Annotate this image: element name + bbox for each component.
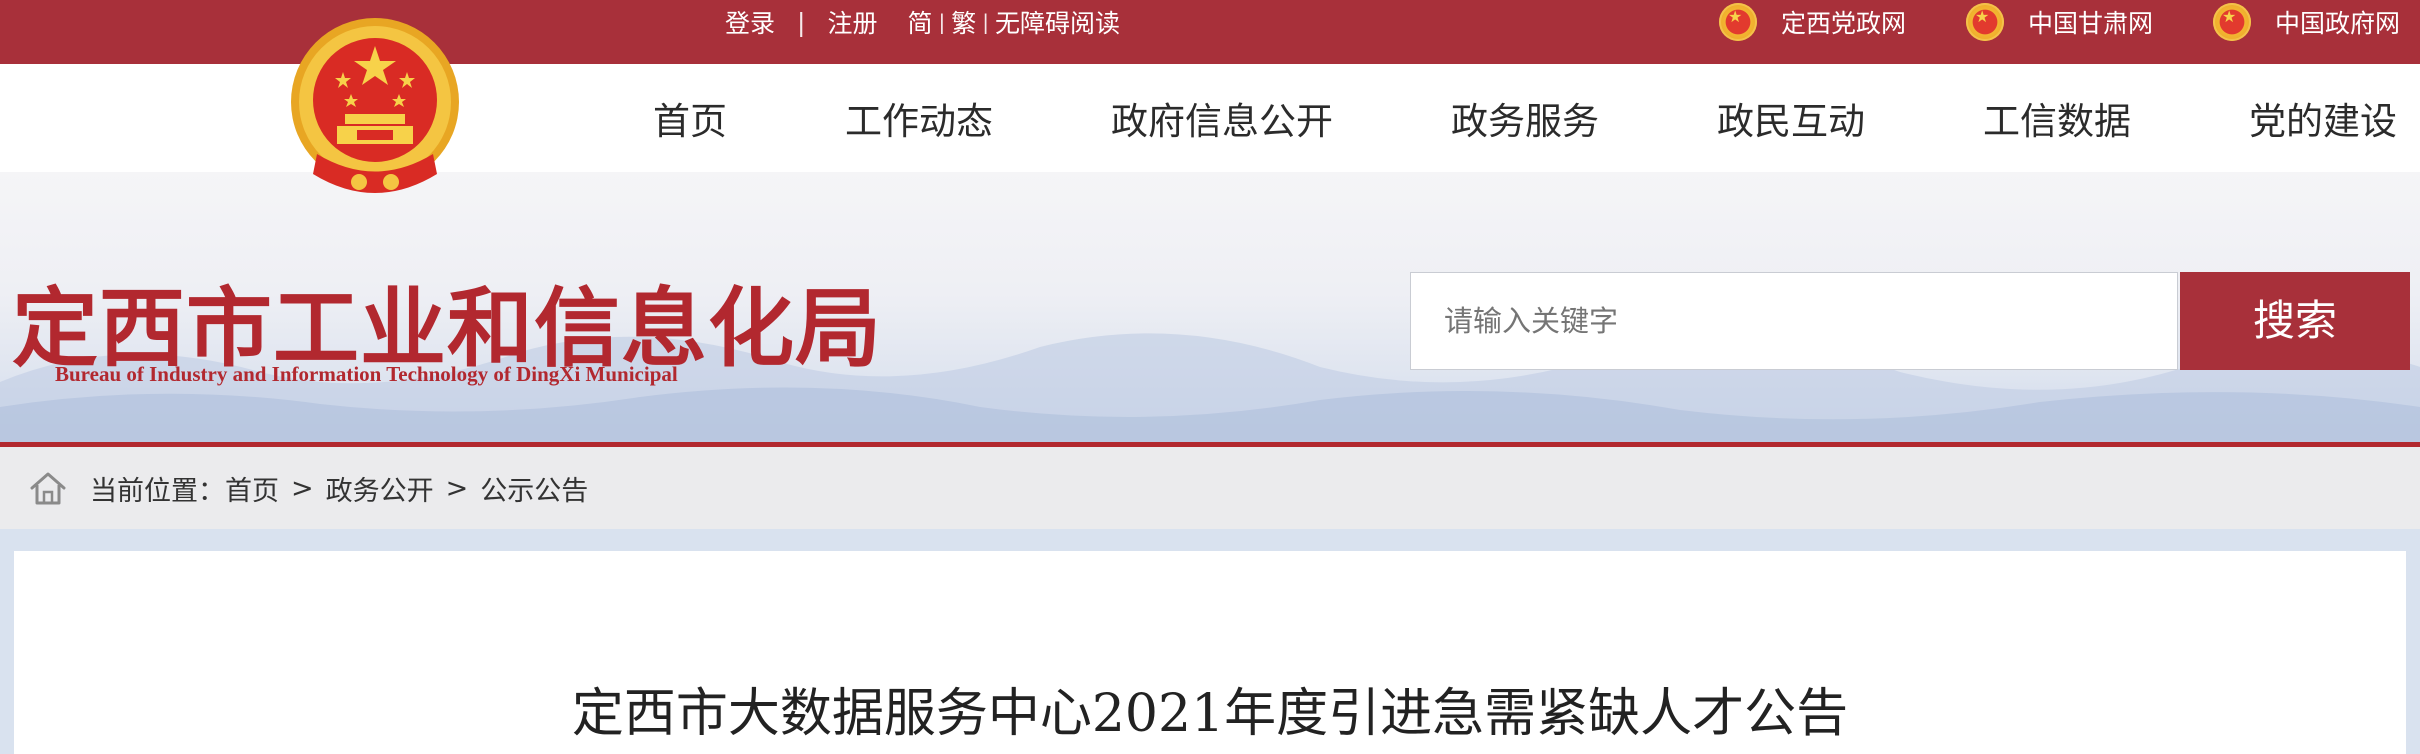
emblem-icon	[2212, 3, 2251, 41]
simplified-link[interactable]: 简	[907, 4, 932, 40]
emblem-icon	[1965, 3, 2004, 41]
external-links: 定西党政网 中国甘肃网 中国政府网	[1718, 0, 2420, 44]
site-subtitle: Bureau of Industry and Information Techn…	[55, 362, 678, 386]
breadcrumb-item-announcements[interactable]: 公示公告	[480, 469, 588, 508]
header-banner: 定西市工业和信息化局 Bureau of Industry and Inform…	[0, 172, 2420, 442]
breadcrumb-prefix: 当前位置：	[90, 475, 225, 507]
divider: |	[938, 10, 946, 34]
register-link[interactable]: 注册	[827, 4, 877, 40]
breadcrumb-item-home[interactable]: 首页	[225, 469, 279, 508]
divider: |	[797, 7, 806, 37]
nav-item-interaction[interactable]: 政民互动	[1717, 91, 1865, 145]
traditional-link[interactable]: 繁	[951, 4, 976, 40]
breadcrumb-separator: >	[291, 472, 314, 504]
breadcrumb-item-gov-affairs[interactable]: 政务公开	[326, 469, 434, 508]
external-link-label: 定西党政网	[1780, 9, 1906, 38]
search-input[interactable]	[1410, 272, 2178, 370]
nav-item-info-disclosure[interactable]: 政府信息公开	[1111, 91, 1333, 145]
national-emblem-logo	[291, 18, 459, 193]
accessible-reading-link[interactable]: 无障碍阅读	[995, 4, 1120, 40]
nav-item-party-building[interactable]: 党的建设	[2249, 91, 2397, 145]
article-title: 定西市大数据服务中心2021年度引进急需紧缺人才公告	[571, 684, 1849, 744]
emblem-icon	[1718, 3, 1757, 41]
login-link[interactable]: 登录	[725, 4, 775, 40]
external-link-dingxi[interactable]: 定西党政网	[1718, 3, 1906, 41]
external-link-label: 中国政府网	[2274, 9, 2400, 38]
nav-item-work-news[interactable]: 工作动态	[845, 91, 993, 145]
external-link-label: 中国甘肃网	[2027, 9, 2153, 38]
search-button[interactable]: 搜索	[2180, 272, 2410, 370]
breadcrumb-separator: >	[445, 472, 469, 504]
nav-item-home[interactable]: 首页	[653, 91, 727, 145]
home-icon	[30, 472, 66, 505]
nav-item-gov-services[interactable]: 政务服务	[1451, 91, 1599, 145]
nav-item-data[interactable]: 工信数据	[1983, 91, 2131, 145]
breadcrumb: 当前位置： 首页 > 政务公开 > 公示公告	[0, 447, 2420, 529]
account-links: 登录 | 注册 简 | 繁 | 无障碍阅读	[725, 0, 1120, 44]
divider: |	[982, 10, 989, 34]
article-card: 定西市大数据服务中心2021年度引进急需紧缺人才公告	[14, 551, 2406, 754]
external-link-gov[interactable]: 中国政府网	[2212, 3, 2400, 41]
external-link-gansu[interactable]: 中国甘肃网	[1965, 3, 2153, 41]
